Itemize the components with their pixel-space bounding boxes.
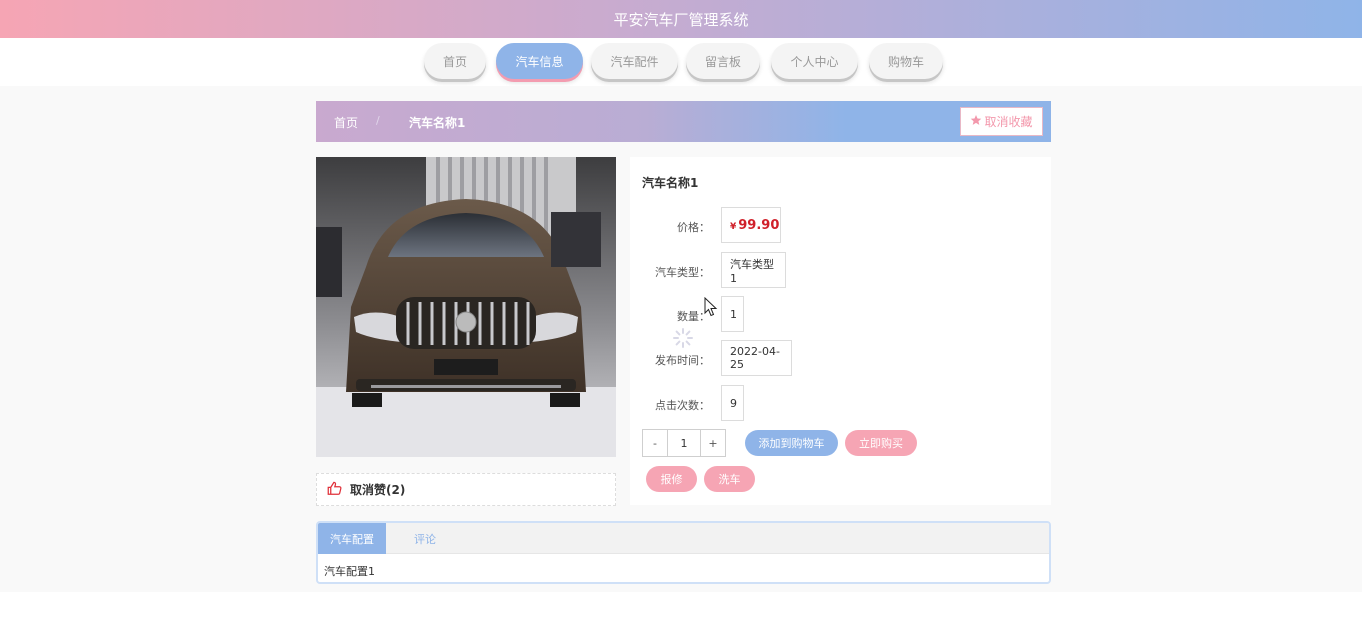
car-wash-button[interactable]: 洗车 [704,466,755,492]
click-count-value: 9 [721,385,744,421]
price-value: ¥99.90 [721,207,781,243]
nav-item-car-info[interactable]: 汽车信息 [496,43,583,79]
car-type-label: 汽车类型： [655,266,710,279]
mouse-cursor-icon [704,296,718,320]
product-name: 汽车名称1 [642,176,699,190]
stepper-value[interactable]: 1 [667,430,701,456]
app-header: 平安汽车厂管理系统 [0,0,1362,38]
app-title: 平安汽车厂管理系统 [613,10,749,29]
publish-date-label: 发布时间： [655,354,710,367]
quantity-stepper: - 1 + [642,429,726,457]
nav-item-message-board[interactable]: 留言板 [686,43,760,79]
quantity-label: 数量： [677,310,710,323]
buy-now-button[interactable]: 立即购买 [845,430,917,456]
nav-item-car-parts[interactable]: 汽车配件 [591,43,678,79]
breadcrumb: 首页 / 汽车名称1 取消收藏 [316,101,1051,142]
tab-comments[interactable]: 评论 [386,523,464,554]
car-photo [316,157,616,457]
tab-car-config[interactable]: 汽车配置 [318,523,386,554]
click-count-label: 点击次数： [655,399,710,412]
detail-tabs: 汽车配置 评论 汽车配置1 [316,521,1051,584]
unfavorite-button[interactable]: 取消收藏 [960,107,1043,136]
nav-item-shopping-cart[interactable]: 购物车 [869,43,943,79]
breadcrumb-separator: / [376,114,380,127]
unlike-button[interactable]: 取消赞(2) [316,473,616,506]
breadcrumb-home[interactable]: 首页 [334,114,358,131]
repair-button[interactable]: 报修 [646,466,697,492]
currency-symbol: ¥ [730,221,737,232]
main-nav: 首页 汽车信息 汽车配件 留言板 个人中心 购物车 [0,38,1362,86]
price-label: 价格： [677,221,710,234]
unfavorite-label: 取消收藏 [984,115,1033,129]
thumbs-up-icon [327,481,342,498]
loading-spinner-icon [672,327,694,352]
nav-item-home[interactable]: 首页 [424,43,486,79]
price-amount: 99.90 [738,217,780,233]
decrement-button[interactable]: - [643,430,667,456]
increment-button[interactable]: + [701,430,725,456]
tab-content: 汽车配置1 [324,565,375,578]
car-type-value: 汽车类型1 [721,252,786,288]
quantity-value: 1 [721,296,744,332]
star-icon [970,114,982,129]
tab-header: 汽车配置 评论 [318,523,1049,554]
add-to-cart-button[interactable]: 添加到购物车 [745,430,838,456]
breadcrumb-current: 汽车名称1 [409,116,466,130]
publish-date-value: 2022-04-25 [721,340,792,376]
unlike-label: 取消赞(2) [350,483,406,497]
nav-item-personal-center[interactable]: 个人中心 [771,43,858,79]
